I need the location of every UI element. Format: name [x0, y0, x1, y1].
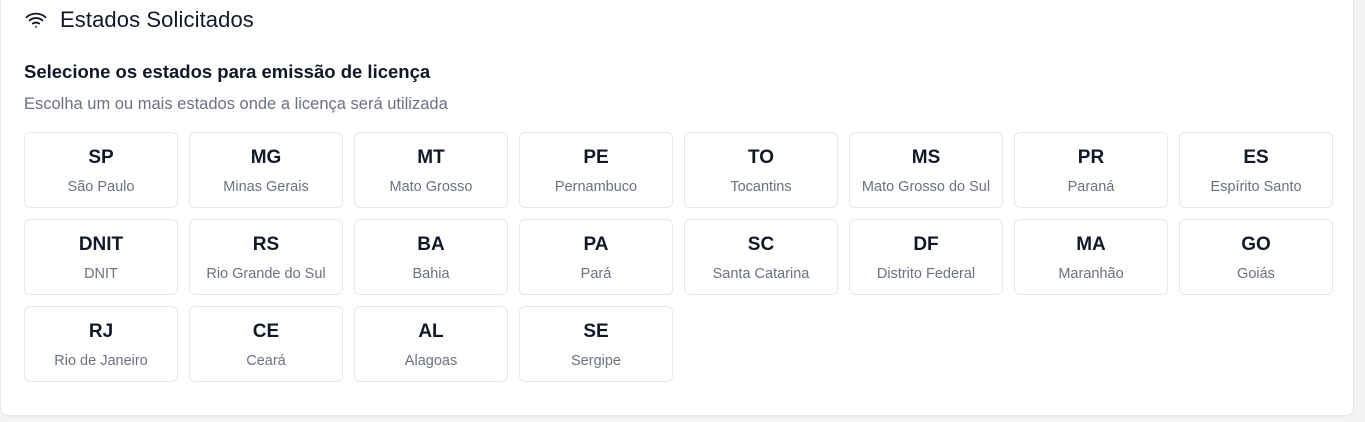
state-option-ms[interactable]: MS Mato Grosso do Sul: [849, 132, 1003, 208]
state-name: Bahia: [412, 265, 450, 282]
state-code: BA: [417, 233, 445, 255]
state-name: Mato Grosso do Sul: [861, 178, 991, 195]
state-code: ES: [1243, 146, 1269, 168]
state-code: MS: [911, 146, 941, 168]
state-name: Santa Catarina: [712, 265, 810, 282]
state-code: RS: [252, 233, 280, 255]
state-code: MT: [417, 146, 445, 168]
state-option-sp[interactable]: SP São Paulo: [24, 132, 178, 208]
state-option-ba[interactable]: BA Bahia: [354, 219, 508, 295]
state-name: DNIT: [84, 265, 118, 282]
wifi-icon: [24, 8, 48, 32]
state-name: São Paulo: [67, 178, 135, 195]
section-title: Selecione os estados para emissão de lic…: [24, 61, 431, 82]
state-code: RJ: [88, 320, 114, 342]
state-option-pa[interactable]: PA Pará: [519, 219, 673, 295]
state-name: Espírito Santo: [1210, 178, 1302, 195]
state-code: SP: [88, 146, 114, 168]
state-code: PR: [1077, 146, 1105, 168]
state-option-df[interactable]: DF Distrito Federal: [849, 219, 1003, 295]
state-option-dnit[interactable]: DNIT DNIT: [24, 219, 178, 295]
state-option-pr[interactable]: PR Paraná: [1014, 132, 1168, 208]
state-option-rj[interactable]: RJ Rio de Janeiro: [24, 306, 178, 382]
state-name: Mato Grosso: [389, 178, 473, 195]
state-code: AL: [418, 320, 444, 342]
state-option-se[interactable]: SE Sergipe: [519, 306, 673, 382]
card-title: Estados Solicitados: [60, 7, 254, 32]
card-header: Estados Solicitados: [24, 6, 254, 34]
state-code: TO: [747, 146, 775, 168]
state-code: SC: [747, 233, 775, 255]
state-option-sc[interactable]: SC Santa Catarina: [684, 219, 838, 295]
state-code: PA: [583, 233, 609, 255]
state-code: MA: [1076, 233, 1106, 255]
state-name: Minas Gerais: [223, 178, 309, 195]
state-option-rs[interactable]: RS Rio Grande do Sul: [189, 219, 343, 295]
state-option-pe[interactable]: PE Pernambuco: [519, 132, 673, 208]
state-name: Sergipe: [571, 352, 621, 369]
state-option-al[interactable]: AL Alagoas: [354, 306, 508, 382]
state-option-mt[interactable]: MT Mato Grosso: [354, 132, 508, 208]
state-option-to[interactable]: TO Tocantins: [684, 132, 838, 208]
state-name: Rio Grande do Sul: [206, 265, 326, 282]
state-name: Pernambuco: [554, 178, 638, 195]
state-code: DNIT: [78, 233, 124, 255]
state-option-es[interactable]: ES Espírito Santo: [1179, 132, 1333, 208]
state-name: Rio de Janeiro: [54, 352, 148, 369]
state-option-mg[interactable]: MG Minas Gerais: [189, 132, 343, 208]
state-code: SE: [583, 320, 609, 342]
section-subtitle: Escolha um ou mais estados onde a licenç…: [24, 95, 448, 113]
state-option-ma[interactable]: MA Maranhão: [1014, 219, 1168, 295]
state-code: GO: [1241, 233, 1271, 255]
states-grid: SP São Paulo MG Minas Gerais MT Mato Gro…: [24, 132, 1333, 382]
state-code: CE: [252, 320, 280, 342]
state-name: Pará: [580, 265, 612, 282]
state-option-ce[interactable]: CE Ceará: [189, 306, 343, 382]
state-code: PE: [583, 146, 609, 168]
states-card: Estados Solicitados Selecione os estados…: [0, 0, 1354, 416]
state-name: Distrito Federal: [876, 265, 976, 282]
state-code: MG: [250, 146, 282, 168]
state-name: Ceará: [246, 352, 286, 369]
state-name: Alagoas: [404, 352, 458, 369]
state-name: Paraná: [1067, 178, 1115, 195]
state-option-go[interactable]: GO Goiás: [1179, 219, 1333, 295]
state-name: Tocantins: [730, 178, 792, 195]
state-name: Maranhão: [1058, 265, 1124, 282]
state-code: DF: [913, 233, 939, 255]
state-name: Goiás: [1237, 265, 1275, 282]
